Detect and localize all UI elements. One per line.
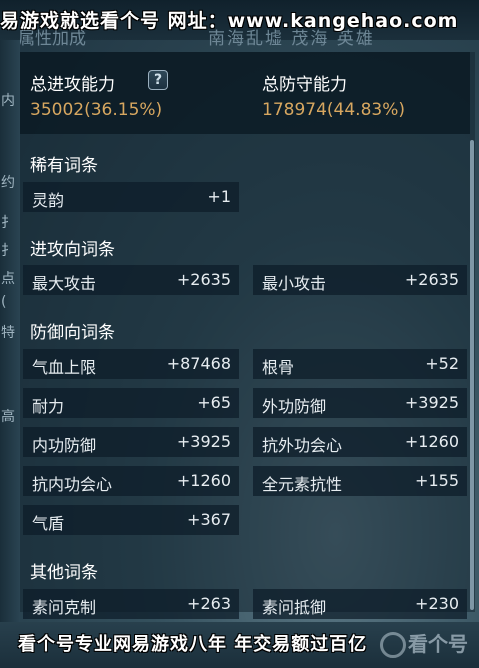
stat-name: 外功防御 xyxy=(262,397,327,416)
stat-name: 最小攻击 xyxy=(262,274,327,293)
stat-value: +3925 xyxy=(404,393,459,412)
stat-row: 气血上限 +87468 xyxy=(23,349,239,379)
stat-row: 抗外功会心 +1260 xyxy=(253,427,467,457)
left-strip-char: 扌 xyxy=(1,215,15,231)
left-strip-char: 高 xyxy=(1,409,15,425)
section-title-attack: 进攻向词条 xyxy=(30,240,115,260)
stat-value: +3925 xyxy=(176,432,231,451)
stat-row: 抗内功会心 +1260 xyxy=(23,466,239,496)
stat-row: 根骨 +52 xyxy=(253,349,467,379)
stat-row: 最小攻击 +2635 xyxy=(253,265,467,295)
stat-value: +1 xyxy=(207,187,231,206)
left-strip-char: 特 xyxy=(1,325,15,341)
stat-name: 最大攻击 xyxy=(32,274,97,293)
left-side-panel-strip: 内 约 扌 扌 点 ( 特 高 xyxy=(0,40,20,668)
total-attack-label: 总进攻能力 xyxy=(30,75,115,95)
stat-row: 全元素抗性 +155 xyxy=(253,466,467,496)
bottom-ad-text: 看个号专业网易游戏八年 年交易额过百亿 xyxy=(18,634,368,655)
help-question-icon[interactable]: ? xyxy=(148,70,168,90)
total-defense-value: 178974(44.83%) xyxy=(262,100,405,120)
stat-row: 外功防御 +3925 xyxy=(253,388,467,418)
total-attack-value: 35002(36.15%) xyxy=(30,100,163,120)
stat-name: 抗外功会心 xyxy=(262,436,343,455)
stat-value: +2635 xyxy=(404,270,459,289)
stat-name: 灵韵 xyxy=(32,191,65,210)
stat-row: 最大攻击 +2635 xyxy=(23,265,239,295)
left-strip-char: ( xyxy=(1,294,7,310)
stat-name: 气血上限 xyxy=(32,358,97,377)
stat-name: 根骨 xyxy=(262,358,295,377)
stat-value: +263 xyxy=(187,594,231,613)
left-strip-char: 内 xyxy=(1,93,15,109)
stat-row: 气盾 +367 xyxy=(23,505,239,535)
left-strip-char: 扌 xyxy=(1,243,15,259)
watermark-logo-icon xyxy=(380,632,406,658)
section-title-rare: 稀有词条 xyxy=(30,156,98,176)
stat-value: +2635 xyxy=(176,270,231,289)
stat-value: +230 xyxy=(415,594,459,613)
stat-row: 素问克制 +263 xyxy=(23,589,239,619)
stat-name: 气盾 xyxy=(32,514,65,533)
watermark-site-text: 易游戏就选看个号 网址：www.kangehao.com xyxy=(0,10,459,32)
stat-name: 素问克制 xyxy=(32,598,97,617)
stat-value: +87468 xyxy=(166,354,231,373)
stat-row: 灵韵 +1 xyxy=(23,182,239,212)
total-defense-label: 总防守能力 xyxy=(262,75,347,95)
stat-name: 内功防御 xyxy=(32,436,97,455)
stat-value: +155 xyxy=(415,471,459,490)
section-title-defense: 防御向词条 xyxy=(30,323,115,343)
section-title-other: 其他词条 xyxy=(30,563,98,583)
stat-name: 抗内功会心 xyxy=(32,475,113,494)
stat-value: +1260 xyxy=(176,471,231,490)
stat-row: 内功防御 +3925 xyxy=(23,427,239,457)
stat-row: 耐力 +65 xyxy=(23,388,239,418)
watermark-logo-text: 看个号 xyxy=(408,632,468,656)
stat-value: +52 xyxy=(425,354,459,373)
stat-value: +1260 xyxy=(404,432,459,451)
left-strip-char: 约 xyxy=(1,175,15,191)
stat-value: +367 xyxy=(187,510,231,529)
left-strip-char: 点 xyxy=(1,271,15,287)
panel-scrollbar[interactable] xyxy=(470,140,474,610)
stat-name: 耐力 xyxy=(32,397,65,416)
stat-value: +65 xyxy=(197,393,231,412)
stat-name: 素问抵御 xyxy=(262,598,327,617)
stat-row: 素问抵御 +230 xyxy=(253,589,467,619)
stat-name: 全元素抗性 xyxy=(262,475,343,494)
